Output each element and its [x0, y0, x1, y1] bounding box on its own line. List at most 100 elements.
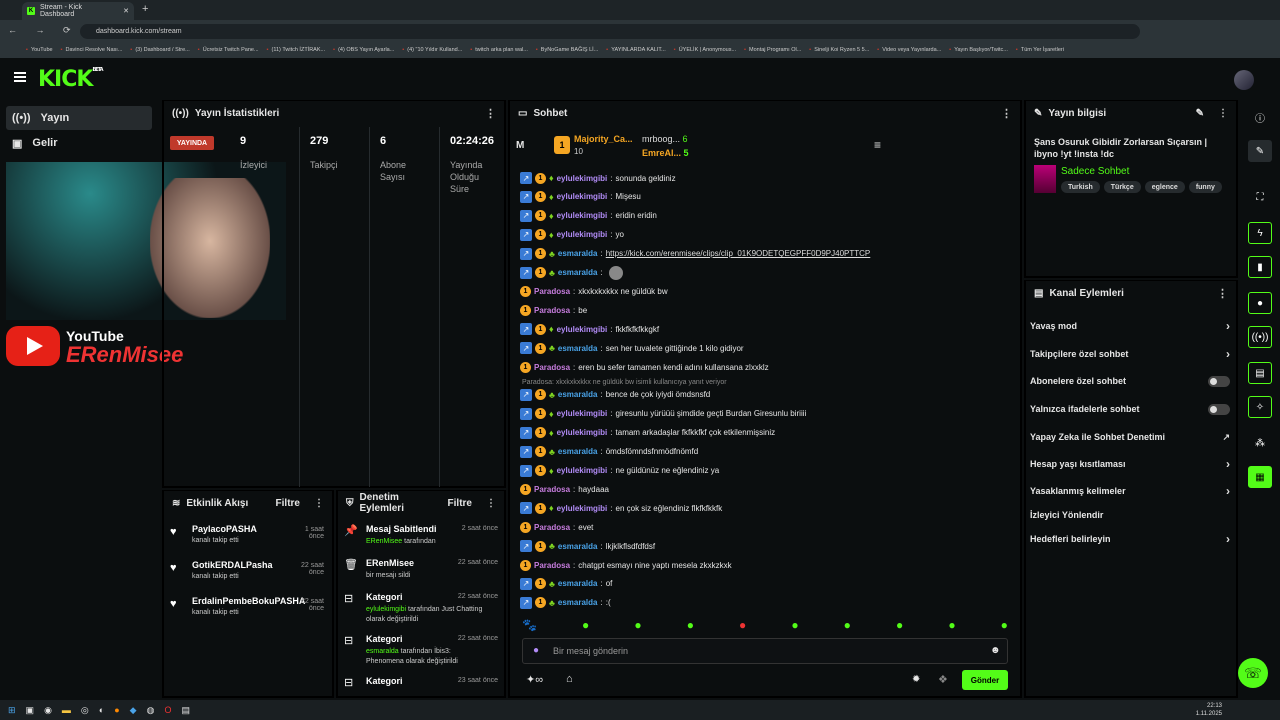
bookmark-item[interactable]: (4) OBS Yayın Ayarla... — [333, 47, 394, 53]
chat-username[interactable]: esmaralda — [558, 447, 598, 456]
mic-icon[interactable]: ● — [533, 645, 539, 656]
channel-action-row[interactable]: Abonelere özel sohbet — [1030, 374, 1230, 388]
channel-action-row[interactable]: Yapay Zeka ile Sohbet Denetimi ↗ — [1030, 430, 1230, 444]
edit-icon[interactable]: ✎ — [1196, 108, 1204, 119]
task-view-icon[interactable]: ▣ — [26, 705, 35, 716]
chat-username[interactable]: Paradosa — [534, 485, 570, 494]
bookmark-item[interactable]: (4) "10 Yıldır Kulland... — [402, 47, 462, 53]
bookmark-item[interactable]: Ücretsiz Twitch Pane... — [198, 47, 259, 53]
edit-icon[interactable]: ✎ — [1248, 140, 1272, 162]
list-icon[interactable]: ▤ — [1248, 362, 1272, 384]
close-tab-icon[interactable]: ✕ — [123, 7, 129, 15]
chat-username[interactable]: esmaralda — [558, 542, 598, 551]
chat-username[interactable]: esmaralda — [558, 390, 598, 399]
sidebar-item-gelir[interactable]: ▣ Gelir — [6, 131, 152, 155]
channel-action-row[interactable]: İzleyici Yönlendir — [1030, 508, 1230, 522]
browser-tab[interactable]: K Stream - Kick Dashboard ✕ — [22, 2, 134, 20]
chat-username[interactable]: esmaralda — [558, 268, 598, 277]
emote-icon[interactable]: 🐾 — [522, 618, 537, 632]
clipboard-icon[interactable]: ▮ — [1248, 256, 1272, 278]
category-name[interactable]: Sadece Sohbet — [1061, 166, 1129, 177]
activity-filter-button[interactable]: Filtre — [276, 498, 300, 509]
chat-username[interactable]: esmaralda — [558, 598, 598, 607]
emote-row[interactable]: 🐾 ● ● ● ● ● ● ● ● ● — [522, 618, 1008, 632]
emote-icon[interactable]: ● — [948, 618, 955, 632]
chat-username[interactable]: eylulekimgibi — [557, 409, 608, 418]
app-icon[interactable]: ▤ — [181, 705, 190, 716]
tag[interactable]: eglence — [1144, 181, 1185, 193]
more-icon[interactable]: ⋮ — [486, 498, 496, 509]
emote-icon[interactable]: ● — [687, 618, 694, 632]
file-explorer-icon[interactable]: ▬ — [62, 705, 71, 715]
menu-icon[interactable] — [14, 72, 26, 82]
activity-icon[interactable]: ▦ — [1248, 466, 1272, 488]
emote-icon[interactable]: ● — [844, 618, 851, 632]
chat-username[interactable]: eylulekimgibi — [557, 428, 608, 437]
channel-action-row[interactable]: Hesap yaşı kısıtlaması › — [1030, 457, 1230, 471]
info-icon[interactable]: ⓘ — [1248, 106, 1272, 128]
bookmark-item[interactable]: YAYINLARDA KALIT... — [606, 47, 666, 53]
more-icon[interactable]: ⋮ — [1217, 287, 1228, 300]
chat-username[interactable]: esmaralda — [558, 579, 598, 588]
channel-action-row[interactable]: Hedefleri belirleyin › — [1030, 532, 1230, 546]
emoji-icon[interactable]: ☻ — [990, 645, 1001, 656]
emote-icon[interactable]: ● — [791, 618, 798, 632]
support-chat-icon[interactable]: ☏ — [1238, 658, 1268, 688]
chat-username[interactable]: eylulekimgibi — [557, 325, 608, 334]
lightning-icon[interactable]: ϟ — [1248, 222, 1272, 244]
moderation-user[interactable]: eylulekimgibi — [366, 606, 406, 613]
emote-icon[interactable]: ● — [634, 618, 641, 632]
firefox-icon[interactable]: ● — [114, 705, 119, 715]
emote-picker-icon[interactable]: ❖ — [938, 673, 948, 686]
moderation-filter-button[interactable]: Filtre — [448, 498, 472, 509]
chat-username[interactable]: esmaralda — [558, 344, 598, 353]
bookmark-item[interactable]: Montaj Programı Ol... — [744, 47, 801, 53]
wrench-icon[interactable]: ✧ — [1248, 396, 1272, 418]
tag[interactable]: Turkish — [1061, 181, 1100, 193]
more-icon[interactable]: ⋮ — [1001, 107, 1012, 120]
emote-icon[interactable]: ● — [582, 618, 589, 632]
emote-icon[interactable]: ● — [739, 618, 746, 632]
chat-username[interactable]: Paradosa — [534, 523, 570, 532]
emote-icon[interactable]: ● — [1001, 618, 1008, 632]
moderation-user[interactable]: ERenMisee — [366, 538, 402, 545]
chat-username[interactable]: eylulekimgibi — [557, 466, 608, 475]
chat-username[interactable]: eylulekimgibi — [557, 174, 608, 183]
bookmark-item[interactable]: Tüm Yer İşaretleri — [1016, 47, 1064, 53]
chat-username[interactable]: eylulekimgibi — [557, 230, 608, 239]
url-input[interactable]: dashboard.kick.com/stream — [80, 24, 1140, 39]
chat-username[interactable]: eylulekimgibi — [557, 211, 608, 220]
bookmarks-bar[interactable]: YouTube Davinci Resolve Nası... (3) Dashbo… — [0, 42, 1280, 58]
store-icon[interactable]: ⌂ — [566, 673, 573, 685]
chat-link[interactable]: https://kick.com/erenmisee/clips/clip_01… — [606, 249, 871, 258]
bookmark-item[interactable]: YouTube — [26, 47, 53, 53]
more-icon[interactable]: ⋮ — [314, 498, 324, 509]
app-icon[interactable]: ◆ — [130, 705, 137, 716]
channel-action-row[interactable]: Yalnızca ifadelerle sohbet — [1030, 402, 1230, 416]
bookmark-item[interactable]: (11) Twitch İZTİRAK... — [267, 47, 326, 53]
bookmark-item[interactable]: Yayın Başlıyor/Twitc... — [949, 47, 1008, 53]
bookmark-item[interactable]: ByNoGame BAĞIŞ Lİ... — [536, 47, 598, 53]
channel-action-row[interactable]: Takipçilere özel sohbet › — [1030, 347, 1230, 361]
nav-buttons[interactable]: ← → ⟳ — [8, 25, 79, 36]
app-icon[interactable]: ◉ — [44, 705, 52, 716]
more-icon[interactable]: ⋮ — [485, 107, 496, 120]
bookmark-item[interactable]: Sinelji Koi Ryzen 5 5... — [809, 47, 869, 53]
chat-username[interactable]: Paradosa — [534, 306, 570, 315]
bookmark-item[interactable]: Davinci Resolve Nası... — [61, 47, 123, 53]
bookmark-item[interactable]: ÜYELİK | Anonymous... — [674, 47, 736, 53]
points-icon[interactable]: ✦∞ — [526, 673, 543, 686]
channel-action-row[interactable]: Yasaklanmış kelimeler › — [1030, 484, 1230, 498]
bookmark-item[interactable]: twitch arka plan wal... — [470, 47, 528, 53]
obs-icon[interactable]: ◍ — [147, 705, 155, 716]
channel-action-row[interactable]: Yavaş mod › — [1030, 319, 1230, 333]
chat-bubble-icon[interactable]: ● — [1248, 292, 1272, 314]
new-tab-icon[interactable]: + — [142, 3, 148, 15]
bookmark-item[interactable]: (3) Dashboard / Stre... — [130, 47, 189, 53]
filter-icon[interactable]: ≡ — [874, 138, 881, 152]
chat-input[interactable]: Bir mesaj gönderin — [522, 638, 1008, 664]
broadcast-icon[interactable]: ((•)) — [1248, 326, 1272, 348]
avatar[interactable] — [1234, 70, 1254, 90]
chat-username[interactable]: eylulekimgibi — [557, 504, 608, 513]
tag[interactable]: Türkçe — [1103, 181, 1141, 193]
